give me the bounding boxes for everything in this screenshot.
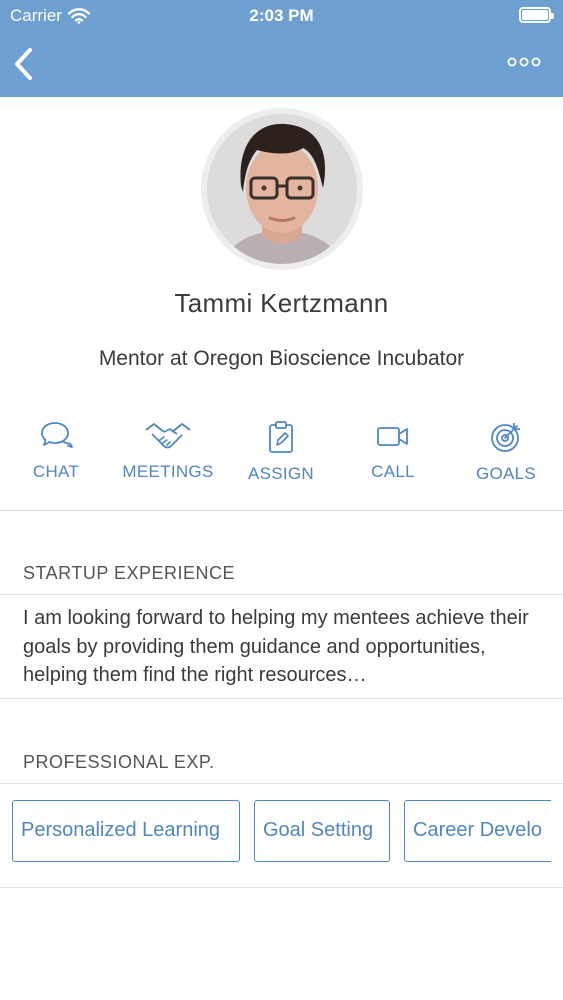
meetings-label: MEETINGS xyxy=(122,462,214,481)
handshake-icon xyxy=(145,423,191,449)
divider xyxy=(0,594,563,595)
profile-avatar-frame xyxy=(201,108,363,270)
target-icon xyxy=(491,423,520,452)
battery-icon xyxy=(519,7,554,23)
call-label: CALL xyxy=(371,462,415,481)
action-bar: CHAT MEETINGS ASSIGN CALL GOALS xyxy=(0,420,563,500)
tag-chip[interactable]: Goal Setting xyxy=(254,800,390,862)
call-button[interactable]: CALL xyxy=(337,420,449,482)
divider xyxy=(0,698,563,699)
status-bar: Carrier 2:03 PM xyxy=(0,0,563,32)
divider xyxy=(0,510,563,511)
chat-label: CHAT xyxy=(32,462,80,481)
status-time: 2:03 PM xyxy=(249,6,314,25)
back-button[interactable] xyxy=(10,44,40,84)
profile-role: Mentor at Oregon Bioscience Incubator xyxy=(98,347,465,370)
startup-experience-heading: STARTUP EXPERIENCE xyxy=(23,563,236,583)
professional-tags: Personalized Learning Goal Setting Caree… xyxy=(12,800,551,862)
chat-button[interactable]: CHAT xyxy=(0,420,112,482)
goals-button[interactable]: GOALS xyxy=(450,420,562,484)
avatar[interactable] xyxy=(207,114,357,264)
assign-label: ASSIGN xyxy=(247,464,315,483)
assign-button[interactable]: ASSIGN xyxy=(225,420,337,484)
profile-name: Tammi Kertzmann xyxy=(174,288,389,318)
ellipsis-icon xyxy=(507,57,541,67)
tag-chip[interactable]: Personalized Learning xyxy=(12,800,240,862)
startup-experience-text: I am looking forward to helping my mente… xyxy=(23,607,529,686)
goals-label: GOALS xyxy=(475,464,537,483)
professional-exp-heading: PROFESSIONAL EXP. xyxy=(23,752,215,772)
tag-chip[interactable]: Career Develo xyxy=(404,800,551,862)
avatar-photo xyxy=(207,114,357,264)
divider xyxy=(0,783,563,784)
top-bar: Carrier 2:03 PM xyxy=(0,0,563,97)
video-camera-icon xyxy=(377,427,408,446)
more-options-button[interactable] xyxy=(507,54,541,70)
divider xyxy=(0,887,563,888)
chat-bubbles-icon xyxy=(41,422,73,448)
meetings-button[interactable]: MEETINGS xyxy=(112,420,224,482)
clipboard-icon xyxy=(269,421,293,453)
chevron-left-icon xyxy=(15,48,32,80)
